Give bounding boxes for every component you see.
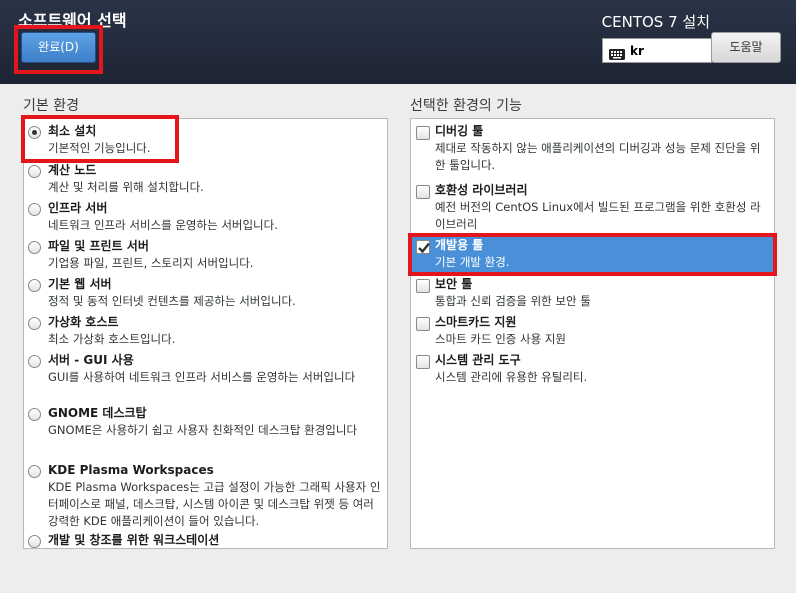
- radio-icon[interactable]: [28, 465, 41, 478]
- base-environment-list[interactable]: 최소 설치 기본적인 기능입니다. 계산 노드 계산 및 처리를 위해 설치합니…: [23, 118, 388, 549]
- env-item-name: 서버 - GUI 사용: [48, 353, 134, 367]
- env-item-infra-server[interactable]: 인프라 서버 네트워크 인프라 서비스를 운영하는 서버입니다.: [24, 199, 387, 234]
- addon-item-debugging-tools[interactable]: 디버깅 툴 제대로 작동하지 않는 애플리케이션의 디버깅과 성능 문제 진단을…: [411, 122, 774, 174]
- env-item-file-print-server[interactable]: 파일 및 프린트 서버 기업용 파일, 프린트, 스토리지 서버입니다.: [24, 237, 387, 272]
- addon-list[interactable]: 디버깅 툴 제대로 작동하지 않는 애플리케이션의 디버깅과 성능 문제 진단을…: [410, 118, 775, 549]
- checkbox-icon[interactable]: [416, 279, 430, 293]
- radio-icon[interactable]: [28, 408, 41, 421]
- base-environment-heading: 기본 환경: [23, 98, 79, 114]
- env-item-kde-plasma[interactable]: KDE Plasma Workspaces KDE Plasma Workspa…: [24, 461, 387, 530]
- addon-item-desc: 스마트 카드 인증 사용 지원: [435, 332, 567, 346]
- env-item-name: GNOME 데스크탑: [48, 406, 147, 420]
- checkbox-icon[interactable]: [416, 317, 430, 331]
- addon-item-dev-tools[interactable]: 개발용 툴 기본 개발 환경.: [411, 236, 774, 274]
- radio-icon[interactable]: [28, 241, 41, 254]
- env-item-virtualization-host[interactable]: 가상화 호스트 최소 가상화 호스트입니다.: [24, 313, 387, 348]
- radio-selected-icon[interactable]: [28, 126, 41, 139]
- checkbox-icon[interactable]: [416, 355, 430, 369]
- keyboard-layout-indicator[interactable]: kr: [602, 38, 712, 63]
- env-item-name: 계산 노드: [48, 163, 97, 177]
- addon-item-smartcard[interactable]: 스마트카드 지원 스마트 카드 인증 사용 지원: [411, 313, 774, 348]
- env-item-desc: KDE Plasma Workspaces는 고급 설정이 가능한 그래픽 사용…: [48, 480, 381, 528]
- env-item-desc: GNOME은 사용하기 쉽고 사용자 친화적인 데스크탑 환경입니다: [48, 423, 358, 437]
- checkbox-icon[interactable]: [416, 185, 430, 199]
- radio-icon[interactable]: [28, 355, 41, 368]
- env-item-desc: 최소 가상화 호스트입니다.: [48, 332, 176, 346]
- env-item-desc: 네트워크 인프라 서비스를 운영하는 서버입니다.: [48, 218, 278, 232]
- env-item-desc: GUI를 사용하여 네트워크 인프라 서비스를 운영하는 서버입니다: [48, 370, 356, 384]
- env-item-name: 개발 및 창조를 위한 워크스테이션: [48, 533, 220, 547]
- env-item-name: 가상화 호스트: [48, 315, 119, 329]
- addon-item-name: 디버깅 툴: [435, 124, 484, 138]
- checkbox-checked-icon[interactable]: [416, 240, 430, 254]
- env-item-desc: 기본적인 기능입니다.: [48, 141, 151, 155]
- radio-icon[interactable]: [28, 535, 41, 548]
- installer-title: CENTOS 7 설치: [601, 13, 710, 31]
- addon-item-compat-libraries[interactable]: 호환성 라이브러리 예전 버전의 CentOS Linux에서 빌드된 프로그램…: [411, 181, 774, 233]
- radio-icon[interactable]: [28, 203, 41, 216]
- env-item-gnome-desktop[interactable]: GNOME 데스크탑 GNOME은 사용하기 쉽고 사용자 친화적인 데스크탑 …: [24, 404, 387, 439]
- header-bar: 소프트웨어 선택 완료(D) CENTOS 7 설치 kr 도움말: [0, 0, 796, 84]
- help-button[interactable]: 도움말: [711, 32, 781, 63]
- addon-item-name: 보안 툴: [435, 277, 473, 291]
- env-item-name: KDE Plasma Workspaces: [48, 463, 214, 477]
- addons-heading: 선택한 환경의 기능: [410, 98, 522, 114]
- env-item-desc: 기업용 파일, 프린트, 스토리지 서버입니다.: [48, 256, 254, 270]
- addon-item-name: 시스템 관리 도구: [435, 353, 521, 367]
- addon-item-desc: 기본 개발 환경.: [435, 255, 510, 269]
- checkbox-icon[interactable]: [416, 126, 430, 140]
- addon-item-desc: 예전 버전의 CentOS Linux에서 빌드된 프로그램을 위한 호환성 라…: [435, 200, 761, 231]
- env-item-compute-node[interactable]: 계산 노드 계산 및 처리를 위해 설치합니다.: [24, 161, 387, 196]
- env-item-name: 기본 웹 서버: [48, 277, 112, 291]
- env-item-server-gui[interactable]: 서버 - GUI 사용 GUI를 사용하여 네트워크 인프라 서비스를 운영하는…: [24, 351, 387, 386]
- page-title: 소프트웨어 선택: [18, 11, 127, 30]
- addon-item-desc: 제대로 작동하지 않는 애플리케이션의 디버깅과 성능 문제 진단을 위한 툴입…: [435, 141, 761, 172]
- radio-icon[interactable]: [28, 279, 41, 292]
- env-item-desc: 계산 및 처리를 위해 설치합니다.: [48, 180, 204, 194]
- keyboard-layout-label: kr: [630, 43, 644, 58]
- radio-icon[interactable]: [28, 165, 41, 178]
- addon-item-name: 스마트카드 지원: [435, 315, 517, 329]
- addon-item-desc: 통합과 신뢰 검증을 위한 보안 툴: [435, 294, 591, 308]
- done-button[interactable]: 완료(D): [21, 32, 96, 63]
- addon-item-security-tools[interactable]: 보안 툴 통합과 신뢰 검증을 위한 보안 툴: [411, 275, 774, 310]
- env-item-name: 최소 설치: [48, 124, 97, 138]
- addon-item-name: 개발용 툴: [435, 238, 484, 252]
- addon-item-system-admin-tools[interactable]: 시스템 관리 도구 시스템 관리에 유용한 유틸리티.: [411, 351, 774, 386]
- radio-icon[interactable]: [28, 317, 41, 330]
- env-item-name: 인프라 서버: [48, 201, 108, 215]
- env-item-web-server[interactable]: 기본 웹 서버 정적 및 동적 인터넷 컨텐츠를 제공하는 서버입니다.: [24, 275, 387, 310]
- env-item-name: 파일 및 프린트 서버: [48, 239, 149, 253]
- env-item-desc: 정적 및 동적 인터넷 컨텐츠를 제공하는 서버입니다.: [48, 294, 296, 308]
- env-item-dev-workstation[interactable]: 개발 및 창조를 위한 워크스테이션: [24, 531, 387, 548]
- env-item-minimal[interactable]: 최소 설치 기본적인 기능입니다.: [24, 122, 387, 157]
- keyboard-icon: [609, 45, 625, 60]
- addon-item-desc: 시스템 관리에 유용한 유틸리티.: [435, 370, 588, 384]
- addon-item-name: 호환성 라이브러리: [435, 183, 528, 197]
